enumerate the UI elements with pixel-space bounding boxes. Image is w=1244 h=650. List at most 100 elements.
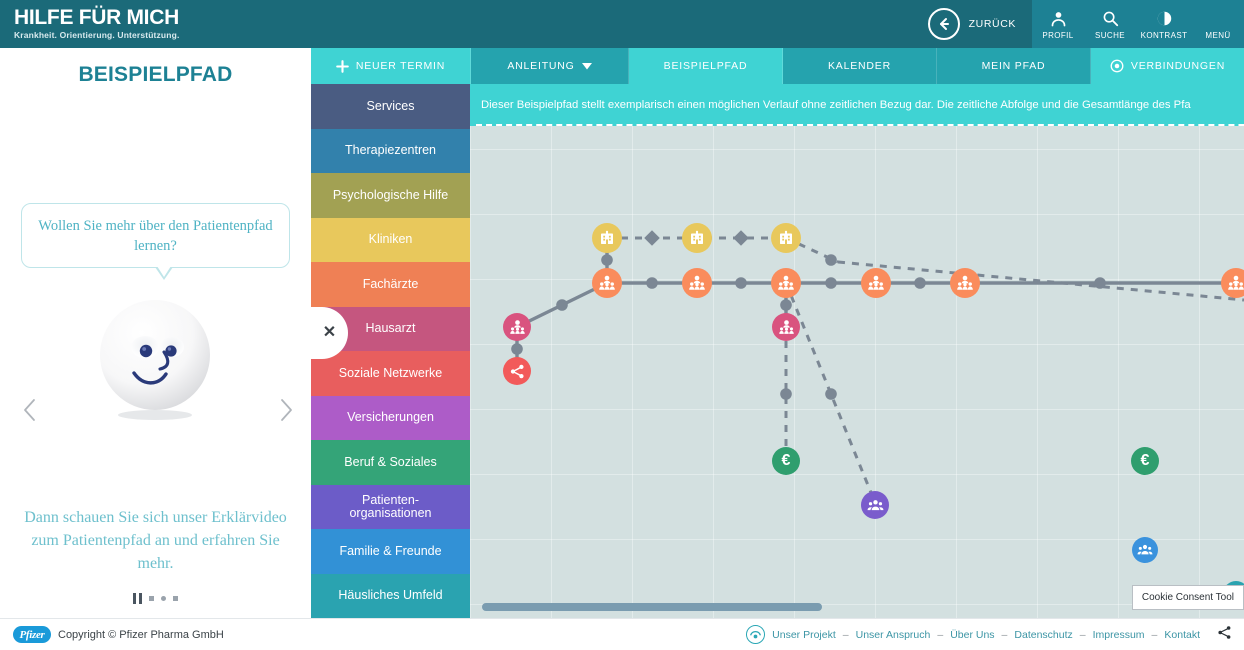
- tab-verbindungen[interactable]: VERBINDUNGEN: [1091, 48, 1244, 84]
- tab-kalender-label: KALENDER: [827, 60, 891, 72]
- doctor-group-icon: [688, 274, 706, 292]
- carousel-prev-button[interactable]: [22, 398, 37, 427]
- footer-link-unser-anspruch[interactable]: Unser Anspruch: [856, 629, 931, 641]
- search-label: SUCHE: [1094, 30, 1125, 40]
- page-root: HILFE FÜR MICH Krankheit. Orientierung. …: [0, 0, 1244, 650]
- site-logo[interactable]: HILFE FÜR MICH Krankheit. Orientierung. …: [0, 7, 179, 41]
- footer-link-unser-projekt[interactable]: Unser Projekt: [772, 629, 836, 641]
- sidebar-item-7[interactable]: Versicherungen: [311, 395, 470, 440]
- carousel-dot[interactable]: [172, 596, 178, 601]
- pause-icon[interactable]: [133, 593, 142, 604]
- footer-separator: –: [1151, 628, 1158, 641]
- path-node-f6[interactable]: [1221, 268, 1244, 298]
- path-node-k3[interactable]: [771, 223, 801, 253]
- footer-link-datenschutz[interactable]: Datenschutz: [1014, 629, 1072, 641]
- path-node-k1[interactable]: [592, 223, 622, 253]
- sidebar-item-label: Hausarzt: [365, 321, 416, 336]
- promo-text: Dann schauen Sie sich unser Erklärvideo …: [24, 509, 287, 572]
- path-node-f5[interactable]: [950, 268, 980, 298]
- doctor-icon: [509, 319, 526, 336]
- doctor-group-icon: [777, 274, 795, 292]
- footer-links: Unser Projekt – Unser Anspruch – Über Un…: [746, 625, 1244, 645]
- sidebar-item-label: Fachärzte: [362, 276, 419, 291]
- footer-link-impressum[interactable]: Impressum: [1093, 629, 1145, 641]
- footer-link-ueber-uns[interactable]: Über Uns: [950, 629, 994, 641]
- path-node-fr1[interactable]: [1132, 537, 1158, 563]
- target-icon: [1110, 59, 1124, 73]
- sidebar-item-10[interactable]: Familie & Freunde: [311, 529, 470, 574]
- path-node-h2[interactable]: [772, 313, 800, 341]
- euro-icon: €: [781, 452, 791, 469]
- hospital-icon: [688, 229, 706, 247]
- doctor-group-icon: [956, 274, 974, 292]
- group-icon: [1137, 542, 1153, 558]
- search-button[interactable]: SUCHE: [1084, 0, 1136, 48]
- carousel-dot[interactable]: [148, 596, 154, 601]
- info-banner-text: Dieser Beispielpfad stellt exemplarisch …: [481, 99, 1191, 111]
- footer-separator: –: [1001, 628, 1008, 641]
- plus-icon: [335, 59, 349, 73]
- hospital-icon: [777, 229, 795, 247]
- sidebar-item-8[interactable]: Beruf & Soziales: [311, 440, 470, 485]
- carousel-controls: [0, 593, 311, 604]
- sidebar-item-label: Patienten-organisationen: [349, 492, 432, 520]
- profile-button[interactable]: PROFIL: [1032, 0, 1084, 48]
- path-node-f2[interactable]: [682, 268, 712, 298]
- speech-bubble-text: Wollen Sie mehr über den Patientenpfad l…: [38, 217, 273, 254]
- hilfe-fuer-mich-badge-icon: [746, 625, 766, 644]
- sidebar-item-label: Therapiezentren: [344, 143, 437, 158]
- arrow-left-circle-icon: [927, 8, 960, 40]
- page-title: BEISPIELPFAD: [78, 63, 233, 86]
- tab-beispielpfad[interactable]: BEISPIELPFAD: [629, 48, 783, 84]
- tab-mein-pfad-label: MEIN PFAD: [981, 60, 1046, 72]
- path-node-h1[interactable]: [503, 313, 531, 341]
- path-node-b1[interactable]: €: [772, 447, 800, 475]
- tab-kalender[interactable]: KALENDER: [783, 48, 937, 84]
- tab-anleitung-label: ANLEITUNG: [507, 60, 575, 72]
- chevron-left-icon: [24, 399, 35, 421]
- cookie-consent-tool-button[interactable]: Cookie Consent Tool: [1131, 585, 1244, 610]
- header-actions: ZURÜCK PROFIL SUCHE KONTRAST MENÜ: [915, 0, 1244, 48]
- path-node-b2[interactable]: €: [1131, 447, 1159, 475]
- sidebar-item-2[interactable]: Psychologische Hilfe: [311, 173, 470, 218]
- tab-neuer-termin[interactable]: NEUER TERMIN: [311, 48, 471, 84]
- back-button[interactable]: ZURÜCK: [915, 0, 1032, 48]
- menu-button[interactable]: MENÜ: [1192, 0, 1244, 48]
- path-node-k2[interactable]: [682, 223, 712, 253]
- path-node-s1[interactable]: [503, 357, 531, 385]
- sidebar-item-label: Soziale Netzwerke: [338, 365, 443, 380]
- path-node-f1[interactable]: [592, 268, 622, 298]
- sidebar-item-0[interactable]: Services: [311, 84, 470, 129]
- sidebar-item-label: Kliniken: [368, 232, 413, 247]
- carousel-dot[interactable]: [160, 596, 166, 601]
- contrast-button[interactable]: KONTRAST: [1136, 0, 1192, 48]
- share-icon[interactable]: [1217, 625, 1232, 645]
- path-node-f3[interactable]: [771, 268, 801, 298]
- sidebar-item-9[interactable]: Patienten-organisationen: [311, 484, 470, 529]
- horizontal-scrollbar-thumb[interactable]: [482, 603, 822, 611]
- carousel-next-button[interactable]: [279, 398, 294, 427]
- left-info-panel: BEISPIELPFAD Wollen Sie mehr über den Pa…: [0, 48, 311, 618]
- sidebar-item-label: Häusliches Umfeld: [338, 588, 443, 603]
- tab-beispielpfad-label: BEISPIELPFAD: [663, 60, 748, 72]
- back-button-label: ZURÜCK: [968, 18, 1016, 30]
- share-icon: [509, 363, 526, 380]
- tab-anleitung[interactable]: ANLEITUNG: [471, 48, 629, 84]
- speech-bubble: Wollen Sie mehr über den Patientenpfad l…: [21, 203, 290, 268]
- person-icon: [1050, 9, 1067, 29]
- sidebar-item-11[interactable]: Häusliches Umfeld: [311, 573, 470, 618]
- contrast-label: KONTRAST: [1140, 30, 1188, 40]
- main-tabbar: NEUER TERMIN ANLEITUNG BEISPIELPFAD KALE…: [311, 48, 1244, 84]
- footer-link-kontakt[interactable]: Kontakt: [1164, 629, 1200, 641]
- path-node-p1[interactable]: [861, 491, 889, 519]
- pathway-canvas: € € Dieser Beispielpfad stellt exemplaris…: [470, 84, 1244, 618]
- sidebar-item-1[interactable]: Therapiezentren: [311, 128, 470, 173]
- sidebar-item-4[interactable]: Fachärzte: [311, 262, 470, 307]
- sidebar-item-label: Versicherungen: [347, 410, 434, 425]
- sidebar-item-6[interactable]: Soziale Netzwerke: [311, 351, 470, 396]
- sidebar-item-3[interactable]: Kliniken: [311, 217, 470, 262]
- menu-label: MENÜ: [1205, 30, 1231, 40]
- copyright-text: Copyright © Pfizer Pharma GmbH: [58, 628, 224, 641]
- tab-mein-pfad[interactable]: MEIN PFAD: [937, 48, 1091, 84]
- path-node-f4[interactable]: [861, 268, 891, 298]
